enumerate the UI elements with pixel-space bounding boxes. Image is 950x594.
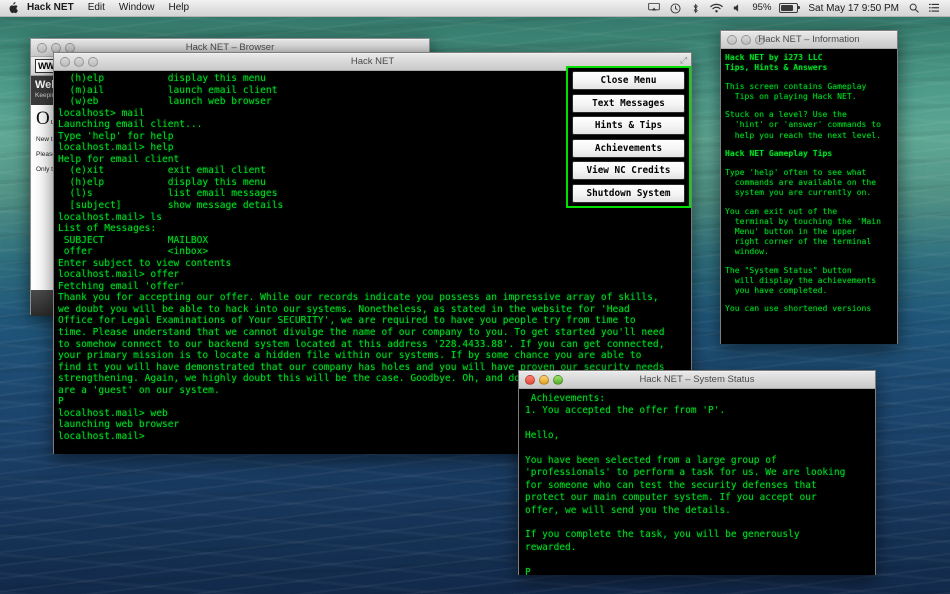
- menu-item-edit[interactable]: Edit: [81, 0, 112, 16]
- information-tip: The "System Status" button will display …: [725, 265, 893, 295]
- search-icon[interactable]: [904, 3, 924, 13]
- menu-item-app[interactable]: Hack NET: [20, 0, 81, 16]
- information-header-line: Hack NET by i273 LLC: [725, 52, 823, 62]
- apple-logo-icon[interactable]: [7, 2, 18, 15]
- menu-item-help[interactable]: Help: [162, 0, 197, 16]
- minimize-button[interactable]: [741, 35, 751, 45]
- wifi-icon[interactable]: [705, 3, 728, 13]
- system-status-text: Achievements: 1. You accepted the offer …: [525, 393, 846, 575]
- information-tip-text: Type 'help' often to see what commands a…: [725, 166, 877, 197]
- information-bullet: Stuck on a level? Use the 'hint' or 'ans…: [725, 109, 893, 139]
- information-header: Hack NET by i273 LLC Tips, Hints & Answe…: [725, 52, 893, 72]
- terminal-window-controls[interactable]: [54, 57, 98, 67]
- close-button[interactable]: [60, 57, 70, 67]
- information-tip-text: The "System Status" button will display …: [725, 264, 877, 295]
- shutdown-system-button[interactable]: Shutdown System: [572, 183, 685, 203]
- information-window-controls[interactable]: [721, 35, 765, 45]
- information-bullet-text: Stuck on a level? Use the 'hint' or 'ans…: [725, 109, 881, 140]
- system-status-titlebar[interactable]: Hack NET – System Status: [519, 371, 875, 389]
- zoom-button[interactable]: [553, 375, 563, 385]
- information-tip: Type 'help' often to see what commands a…: [725, 167, 893, 197]
- resize-grip-icon[interactable]: ⤢: [680, 56, 689, 65]
- menu-bar-left: Hack NET Edit Window Help: [0, 0, 196, 16]
- information-bullet-text: This screen contains Gameplay Tips on pl…: [725, 80, 867, 101]
- minimize-button[interactable]: [74, 57, 84, 67]
- information-tip: You can use shortened versions: [725, 303, 893, 313]
- bluetooth-icon[interactable]: [686, 3, 705, 14]
- menu-bar-status-area: 95% Sat May 17 9:50 PM: [643, 0, 950, 16]
- information-window[interactable]: Hack NET – Information Hack NET by i273 …: [720, 30, 898, 344]
- menu-item-window[interactable]: Window: [112, 0, 162, 16]
- close-menu-button[interactable]: Close Menu: [572, 71, 685, 90]
- text-messages-button[interactable]: Text Messages: [572, 93, 685, 113]
- battery-icon[interactable]: [774, 3, 803, 13]
- zoom-button[interactable]: [88, 57, 98, 67]
- achievements-button[interactable]: Achievements: [572, 138, 685, 158]
- battery-percent-label: 95%: [752, 2, 772, 13]
- hints-and-tips-button[interactable]: Hints & Tips: [572, 116, 685, 136]
- system-status-window[interactable]: Hack NET – System Status Achievements: 1…: [518, 370, 876, 575]
- minimize-button[interactable]: [539, 375, 549, 385]
- information-section-title-text: Hack NET Gameplay Tips: [725, 148, 833, 159]
- menu-bar-clock[interactable]: Sat May 17 9:50 PM: [803, 3, 904, 14]
- system-status-content[interactable]: Achievements: 1. You accepted the offer …: [519, 389, 875, 575]
- information-tip-text: You can use shortened versions: [725, 303, 872, 314]
- close-button[interactable]: [727, 35, 737, 45]
- information-tip: You can exit out of the terminal by touc…: [725, 206, 893, 256]
- browser-page-dropcap: O: [36, 108, 50, 129]
- zoom-button[interactable]: [755, 35, 765, 45]
- information-bullet: This screen contains Gameplay Tips on pl…: [725, 81, 893, 101]
- view-nc-credits-button[interactable]: View NC Credits: [572, 161, 685, 181]
- information-header-line: Tips, Hints & Answers: [725, 62, 828, 73]
- menu-bar: Hack NET Edit Window Help 95% Sat May 17…: [0, 0, 950, 17]
- close-button[interactable]: [525, 375, 535, 385]
- main-menu-panel: Close Menu Text Messages Hints & Tips Ac…: [566, 66, 691, 208]
- system-status-window-title: Hack NET – System Status: [639, 374, 755, 385]
- time-machine-icon[interactable]: [665, 2, 686, 14]
- information-titlebar[interactable]: Hack NET – Information: [721, 31, 897, 49]
- volume-icon[interactable]: [728, 3, 747, 13]
- information-section-title: Hack NET Gameplay Tips: [725, 148, 893, 158]
- system-status-window-controls[interactable]: [519, 375, 563, 385]
- airplay-icon[interactable]: [643, 3, 665, 13]
- information-tip-text: You can exit out of the terminal by touc…: [725, 205, 881, 256]
- information-content[interactable]: Hack NET by i273 LLC Tips, Hints & Answe…: [721, 49, 897, 344]
- notification-center-icon[interactable]: [924, 3, 944, 13]
- desktop: Hack NET Edit Window Help 95% Sat May 17…: [0, 0, 950, 594]
- close-button[interactable]: [37, 43, 47, 53]
